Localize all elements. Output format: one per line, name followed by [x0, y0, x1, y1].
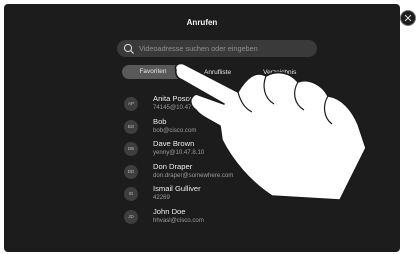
contact-address: yenny@10.47.8.10: [153, 149, 205, 156]
contact-name: Bob: [153, 116, 167, 126]
list-item[interactable]: JD John Doe hhvasl@cisco.com: [124, 205, 364, 228]
avatar: DB: [124, 142, 138, 156]
page-title: Anrufen: [186, 18, 218, 27]
list-item[interactable]: DB Dave Brown yenny@10.47.8.10: [124, 137, 364, 160]
contact-name: Ismail Gulliver: [153, 184, 201, 193]
contact-name: John Doe: [153, 206, 186, 216]
list-item[interactable]: DD Don Draper don.draper@somewhere.com: [124, 160, 364, 183]
search-icon: [123, 43, 135, 55]
contact-address: bob@cisco.com: [153, 126, 197, 134]
contact-name: Anita Poscotti: [153, 94, 200, 103]
tab-favorites[interactable]: Favoriten: [122, 65, 184, 79]
tab-bar: Favoriten Anrufliste Verzeichnis: [122, 65, 317, 79]
close-button[interactable]: [400, 10, 416, 26]
contact-address: don.draper@somewhere.com: [153, 171, 234, 179]
avatar: IG: [124, 187, 138, 201]
tab-call-history[interactable]: Anrufliste: [204, 69, 231, 76]
avatar: JD: [124, 209, 138, 224]
contact-name: Don Draper: [153, 161, 193, 171]
call-panel: Anrufen Videoadresse suchen oder eingebe…: [4, 4, 400, 252]
avatar: AP: [124, 97, 138, 111]
list-item[interactable]: BO Bob bob@cisco.com: [124, 115, 364, 138]
contact-address: 74145@10.47.8.10: [153, 104, 205, 111]
list-item[interactable]: AP Anita Poscotti 74145@10.47.8.10: [124, 92, 364, 115]
contact-list: AP Anita Poscotti 74145@10.47.8.10 BO Bo…: [124, 92, 364, 227]
contact-name: Dave Brown: [153, 139, 195, 148]
search-placeholder: Videoadresse suchen oder eingeben: [139, 44, 258, 53]
contact-address: hhvasl@cisco.com: [153, 216, 204, 224]
tab-directory[interactable]: Verzeichnis: [263, 69, 296, 76]
search-input[interactable]: Videoadresse suchen oder eingeben: [117, 40, 317, 57]
contact-address: 42269: [153, 194, 170, 201]
list-item[interactable]: IG Ismail Gulliver 42269: [124, 182, 364, 205]
avatar: BO: [124, 119, 138, 134]
avatar: DD: [124, 164, 138, 179]
close-icon: [404, 14, 412, 22]
